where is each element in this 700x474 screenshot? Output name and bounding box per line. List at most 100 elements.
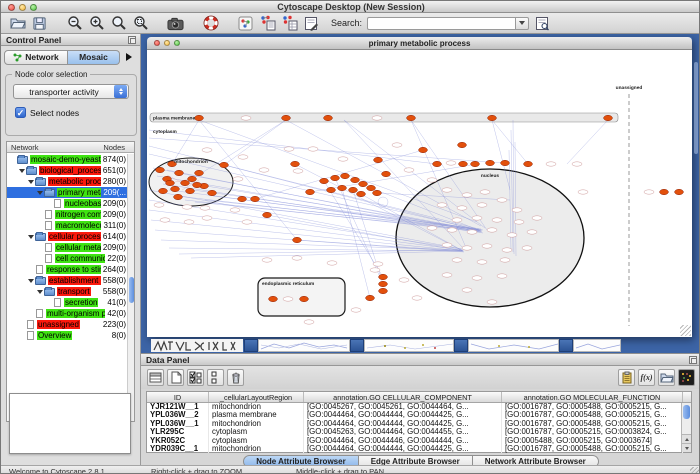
annotation-icon[interactable] (303, 15, 320, 32)
tree-row[interactable]: biological_process651(0) (7, 165, 127, 176)
table-cell[interactable]: YPL036W__1 (147, 420, 209, 428)
tree-row[interactable]: metabolic process280(0) (7, 176, 127, 187)
table-cell[interactable]: [GO:0044464, GO:0044444, GO:0044425, G..… (304, 420, 502, 428)
network-node[interactable] (282, 115, 291, 120)
network-node[interactable] (324, 115, 333, 120)
network-node[interactable] (433, 161, 442, 166)
tree-scrollbar[interactable] (127, 154, 134, 421)
network-node[interactable] (471, 161, 480, 166)
expander-icon[interactable] (27, 235, 35, 239)
import-attributes-icon[interactable] (618, 369, 635, 386)
formula-builder-icon[interactable]: f(x) (638, 369, 655, 386)
minimized-window-titlebar[interactable] (350, 339, 364, 352)
table-column-header[interactable]: _cellularLayoutRegion (209, 392, 304, 402)
network-node[interactable] (300, 296, 309, 301)
expander-icon[interactable] (36, 191, 44, 195)
network-node[interactable] (382, 171, 391, 176)
tree-row[interactable]: cellular metabol209(0) (7, 242, 127, 253)
tree-row[interactable]: nucleobase-209(0) (7, 198, 127, 209)
select-nodes-checkbox[interactable]: ✓ (15, 107, 26, 118)
network-node[interactable] (208, 190, 217, 195)
network-node[interactable] (459, 161, 468, 166)
table-cell[interactable]: [GO:0016787, GO:0005488, GO:0005215, G..… (502, 445, 683, 453)
network-node[interactable] (407, 115, 416, 120)
network-node[interactable] (238, 196, 247, 201)
expander-icon[interactable] (36, 290, 44, 294)
network-node[interactable] (501, 160, 510, 165)
network-node[interactable] (458, 142, 467, 147)
network-node[interactable] (174, 194, 183, 199)
table-row[interactable]: YDR039C__1mitochondrion[GO:0044464, GO:0… (147, 445, 691, 453)
table-cell[interactable]: cytoplasm (209, 437, 304, 445)
help-ring-icon[interactable] (202, 15, 219, 32)
network-node[interactable] (251, 196, 260, 201)
table-column-header[interactable]: annotation.GO CELLULAR_COMPONENT (304, 392, 502, 402)
network-overview-icon[interactable] (237, 15, 254, 32)
scroll-down-icon[interactable] (682, 443, 691, 452)
scroll-up-icon[interactable] (682, 434, 691, 443)
open-attribute-file-icon[interactable] (658, 369, 675, 386)
network-node[interactable] (604, 115, 613, 120)
network-node[interactable] (524, 161, 533, 166)
network-node[interactable] (486, 160, 495, 165)
network-node[interactable] (660, 189, 669, 194)
region-plasma-membrane[interactable] (150, 113, 618, 122)
table-cell[interactable]: cytoplasm (209, 428, 304, 436)
import-table-icon[interactable] (281, 15, 298, 32)
open-file-icon[interactable] (9, 15, 26, 32)
table-cell[interactable]: [GO:0016787, GO:0005215, GO:0003824, G..… (502, 428, 683, 436)
tree-row[interactable]: unassigned223(0) (7, 319, 127, 330)
tab-mosaic[interactable]: Mosaic (68, 50, 120, 65)
network-node[interactable] (291, 161, 300, 166)
minimized-view-thumbnail[interactable] (573, 339, 621, 352)
network-node[interactable] (181, 180, 190, 185)
table-row[interactable]: YLR295Ccytoplasm[GO:0045263, GO:0044464,… (147, 428, 691, 436)
tree-row[interactable]: primary metabol209(... (7, 187, 127, 198)
search-options-icon[interactable] (534, 15, 551, 32)
search-dropdown-arrow[interactable] (515, 17, 529, 30)
save-session-icon[interactable] (31, 15, 48, 32)
network-node[interactable] (269, 296, 278, 301)
network-node[interactable] (373, 190, 382, 195)
search-input[interactable] (367, 17, 515, 30)
table-cell[interactable]: [GO:0045263, GO:0044464, GO:0044455, G..… (304, 428, 502, 436)
import-network-icon[interactable] (259, 15, 276, 32)
network-node[interactable] (263, 212, 272, 217)
network-node[interactable] (366, 295, 375, 300)
network-node[interactable] (419, 147, 428, 152)
expander-icon[interactable] (27, 180, 35, 184)
table-cell[interactable]: [GO:0044464, GO:0044444, GO:0044425, G..… (304, 411, 502, 419)
minimized-window-titlebar[interactable] (559, 339, 573, 352)
table-cell[interactable]: [GO:0016787, GO:0005488, GO:0005215, G..… (502, 411, 683, 419)
network-node[interactable] (193, 182, 202, 187)
table-cell[interactable]: [GO:0044464, GO:0044446, GO:0044444, G..… (304, 437, 502, 445)
tree-row[interactable]: cell communicati22(0) (7, 253, 127, 264)
table-row[interactable]: YPL036W__2plasma membrane[GO:0044464, GO… (147, 411, 691, 419)
table-column-header[interactable]: annotation.GO MOLECULAR_FUNCTION (502, 392, 683, 402)
network-node[interactable] (349, 187, 358, 192)
expander-icon[interactable] (18, 169, 26, 173)
network-node[interactable] (159, 188, 168, 193)
network-node[interactable] (195, 170, 204, 175)
network-node[interactable] (293, 237, 302, 242)
minimized-view-label[interactable] (151, 339, 243, 352)
birds-eye-view[interactable] (9, 393, 131, 454)
table-cell[interactable]: YKR052C (147, 437, 209, 445)
delete-attribute-icon[interactable] (227, 369, 244, 386)
window-resize-grip[interactable] (690, 467, 700, 474)
table-cell[interactable]: [GO:0044464, GO:0044444, GO:0044425, G..… (304, 445, 502, 453)
table-cell[interactable]: [GO:0045267, GO:0045261, GO:0044464, G..… (304, 403, 502, 411)
network-node[interactable] (351, 177, 360, 182)
tree-row[interactable]: multi-organism pro42(0) (7, 308, 127, 319)
tree-row[interactable]: cellular process614(0) (7, 231, 127, 242)
tree-row[interactable]: macromolecule311(0) (7, 220, 127, 231)
network-node[interactable] (171, 186, 180, 191)
table-row[interactable]: YPL036W__1mitochondrion[GO:0044464, GO:0… (147, 420, 691, 428)
zoom-out-icon[interactable] (66, 15, 83, 32)
minimized-view-thumbnail[interactable] (258, 339, 350, 352)
table-cell[interactable]: [GO:0016787, GO:0005488, GO:0005215, G..… (502, 420, 683, 428)
snapshot-icon[interactable] (167, 15, 184, 32)
table-column-header[interactable]: ID (147, 392, 209, 402)
frame-resize-grip[interactable] (680, 325, 691, 336)
network-node[interactable] (379, 288, 388, 293)
